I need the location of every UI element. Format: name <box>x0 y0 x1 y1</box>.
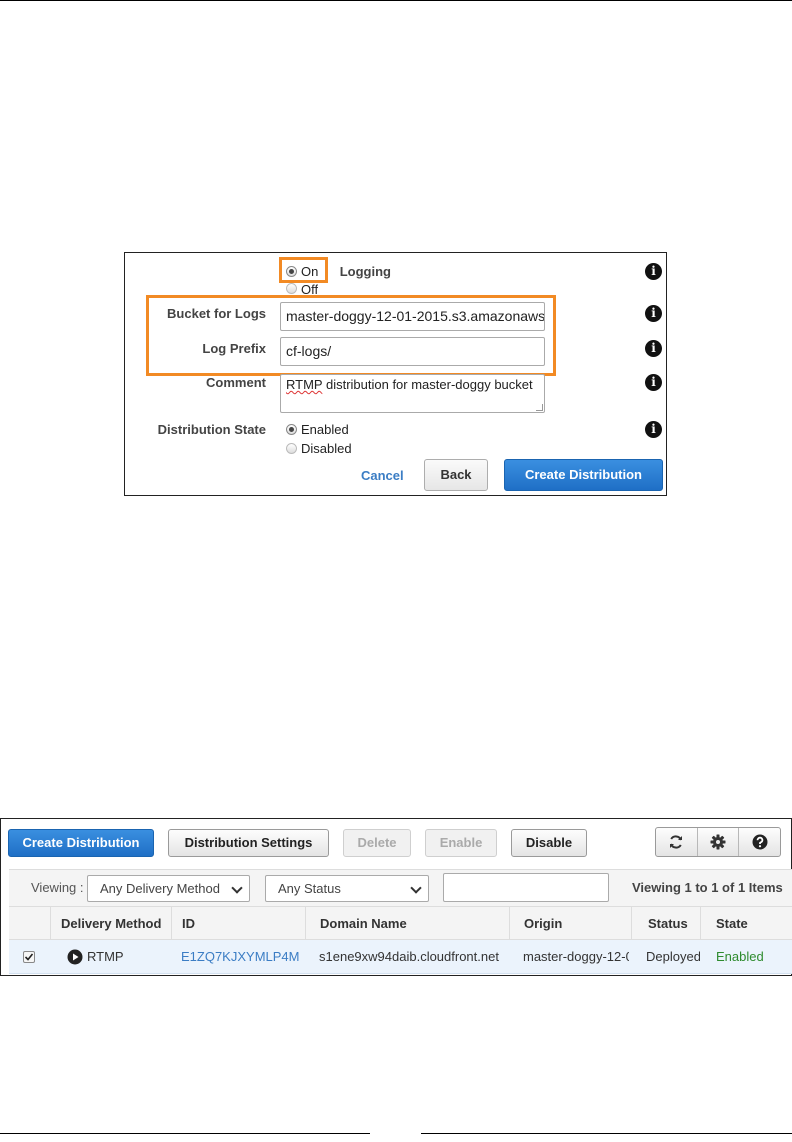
comment-textarea[interactable]: RTMP distribution for master-doggy bucke… <box>280 374 545 413</box>
disable-button[interactable]: Disable <box>511 829 587 857</box>
row-select-checkbox[interactable] <box>23 940 47 974</box>
checkbox-checked-icon <box>23 951 35 963</box>
radio-unselected-icon <box>286 283 297 294</box>
delivery-method-select-value: Any Delivery Method <box>100 881 220 896</box>
refresh-icon <box>670 835 683 849</box>
page-bottom-rule-right <box>421 1133 792 1134</box>
delete-button[interactable]: Delete <box>343 829 411 857</box>
state-enabled-radio[interactable]: Enabled <box>286 422 349 437</box>
status-cell: Deployed <box>646 949 700 964</box>
logging-info-icon[interactable]: i <box>645 263 662 280</box>
chevron-down-icon <box>410 882 422 894</box>
origin-cell: master-doggy-12-01-2015.s3.amazonaws.com <box>523 949 629 964</box>
chevron-down-icon <box>231 882 243 894</box>
comment-text: distribution for master-doggy bucket <box>322 377 533 392</box>
viewing-label: Viewing : <box>31 880 84 895</box>
column-header-state[interactable]: State <box>700 907 792 940</box>
pagination-count: Viewing 1 to 1 of 1 Items <box>632 880 783 895</box>
filter-bar: Viewing : Any Delivery Method Any Status… <box>9 869 792 907</box>
create-distribution-toolbar-button[interactable]: Create Distribution <box>8 829 154 857</box>
comment-label: Comment <box>206 375 266 390</box>
create-distribution-button[interactable]: Create Distribution <box>504 459 663 491</box>
column-header-domain-name[interactable]: Domain Name <box>305 907 509 940</box>
delivery-method-value: RTMP <box>87 949 124 964</box>
distribution-settings-form: Logging On Off i Bucket for Logs master-… <box>124 252 667 496</box>
settings-button[interactable] <box>696 828 739 856</box>
state-disabled-label: Disabled <box>301 441 352 456</box>
state-disabled-radio[interactable]: Disabled <box>286 441 352 456</box>
page-bottom-rule-left <box>0 1133 370 1134</box>
play-icon <box>67 949 83 965</box>
resize-handle-icon[interactable] <box>536 404 543 411</box>
logging-on-highlight <box>279 257 328 283</box>
radio-selected-icon <box>286 424 297 435</box>
distribution-state-label: Distribution State <box>157 422 266 437</box>
help-button[interactable] <box>738 828 780 856</box>
table-header: Delivery Method ID Domain Name Origin St… <box>9 907 792 940</box>
domain-name-cell: s1ene9xw94daib.cloudfront.net <box>319 949 499 964</box>
table-row[interactable]: RTMP E1ZQ7KJXYMLP4M s1ene9xw94daib.cloud… <box>9 940 792 974</box>
bucket-info-icon[interactable]: i <box>645 305 662 322</box>
distribution-settings-button[interactable]: Distribution Settings <box>168 829 329 857</box>
radio-unselected-icon <box>286 443 297 454</box>
help-icon <box>752 834 768 850</box>
state-enabled-label: Enabled <box>301 422 349 437</box>
page-top-rule <box>0 0 792 1</box>
search-input[interactable] <box>443 873 609 902</box>
back-button[interactable]: Back <box>424 459 488 491</box>
toolbar-icon-group <box>655 827 781 857</box>
distribution-state-info-icon[interactable]: i <box>645 421 662 438</box>
column-header-delivery-method[interactable]: Delivery Method <box>50 907 171 940</box>
column-header-status[interactable]: Status <box>631 907 700 940</box>
comment-misspelled-word: RTMP <box>286 377 323 392</box>
distribution-id-link[interactable]: E1ZQ7KJXYMLP4M <box>171 940 305 974</box>
bucket-prefix-highlight <box>146 295 556 376</box>
gear-icon <box>710 834 726 850</box>
column-header-origin[interactable]: Origin <box>509 907 631 940</box>
distributions-list-panel: Create Distribution Distribution Setting… <box>0 818 792 976</box>
status-select-value: Any Status <box>278 881 341 896</box>
comment-info-icon[interactable]: i <box>645 374 662 391</box>
refresh-button[interactable] <box>656 828 697 856</box>
state-cell: Enabled <box>716 949 764 964</box>
cancel-link[interactable]: Cancel <box>361 468 404 483</box>
delivery-method-cell: RTMP <box>57 940 169 974</box>
column-header-id[interactable]: ID <box>171 907 305 940</box>
enable-button[interactable]: Enable <box>425 829 497 857</box>
delivery-method-select[interactable]: Any Delivery Method <box>87 875 250 902</box>
status-select[interactable]: Any Status <box>265 875 429 902</box>
log-prefix-info-icon[interactable]: i <box>645 340 662 357</box>
